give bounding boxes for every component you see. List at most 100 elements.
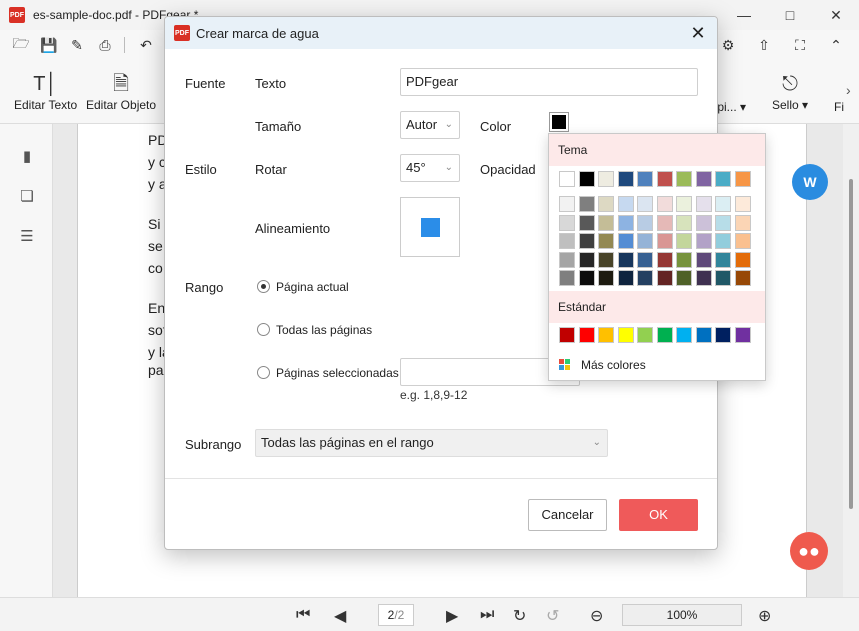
edit-text-tool[interactable]: T│ Editar Texto [14, 70, 77, 112]
alignment-grid[interactable] [400, 197, 460, 257]
theme-shade-swatch[interactable] [578, 251, 595, 268]
theme-shade-swatch[interactable] [598, 214, 614, 231]
standard-color-swatch[interactable] [734, 327, 751, 343]
fill-sign-tool[interactable]: Fi [834, 100, 844, 114]
theme-shade-swatch[interactable] [715, 233, 731, 249]
theme-shade-swatch[interactable] [617, 251, 634, 268]
theme-shade-swatch[interactable] [637, 251, 653, 268]
theme-shade-swatch[interactable] [656, 214, 673, 231]
theme-shade-swatch[interactable] [695, 251, 712, 268]
rotate-page-icon[interactable]: ↺ [546, 606, 559, 626]
standard-color-swatch[interactable] [656, 327, 673, 343]
maximize-icon[interactable]: □ [767, 0, 813, 30]
theme-shade-swatch[interactable] [734, 270, 751, 286]
more-colors-link[interactable]: Más colores [581, 358, 646, 372]
standard-color-swatch[interactable] [578, 327, 595, 343]
theme-shade-swatch[interactable] [734, 233, 751, 249]
theme-shade-swatch[interactable] [695, 196, 712, 212]
theme-shade-swatch[interactable] [695, 214, 712, 231]
theme-shade-swatch[interactable] [578, 270, 595, 286]
save-icon[interactable]: 💾 [36, 32, 62, 58]
theme-shade-swatch[interactable] [656, 233, 673, 249]
edit-object-tool[interactable]: 🗎 Editar Objeto [86, 70, 156, 112]
watermark-text-input[interactable]: PDFgear [400, 68, 698, 96]
dialog-close-icon[interactable]: ✕ [687, 22, 709, 44]
theme-shade-swatch[interactable] [578, 196, 595, 212]
theme-shade-swatch[interactable] [676, 233, 692, 249]
theme-color-swatch[interactable] [734, 171, 751, 187]
undo-icon[interactable]: ↶ [133, 32, 159, 58]
theme-shade-swatch[interactable] [559, 270, 575, 286]
collapse-ribbon-icon[interactable]: ⌃ [823, 32, 849, 58]
theme-shade-swatch[interactable] [559, 214, 575, 231]
theme-shade-swatch[interactable] [617, 270, 634, 286]
range-all-pages-radio[interactable] [257, 323, 270, 336]
standard-color-swatch[interactable] [715, 327, 731, 343]
theme-shade-swatch[interactable] [637, 196, 653, 212]
vertical-scrollbar[interactable] [843, 124, 859, 597]
theme-shade-swatch[interactable] [598, 233, 614, 249]
theme-shade-swatch[interactable] [617, 214, 634, 231]
ribbon-scroll-right-icon[interactable]: › [846, 82, 851, 98]
standard-color-swatch[interactable] [559, 327, 575, 343]
theme-shade-swatch[interactable] [637, 233, 653, 249]
settings-gear-icon[interactable]: ⚙ [715, 32, 741, 58]
subrange-select[interactable]: Todas las páginas en el rango ⌄ [255, 429, 608, 457]
theme-shade-swatch[interactable] [559, 233, 575, 249]
print-icon[interactable]: ⎙ [92, 32, 118, 58]
theme-shade-swatch[interactable] [695, 270, 712, 286]
bookmark-icon[interactable]: ▮ [18, 148, 36, 166]
zoom-in-icon[interactable]: ⊕ [758, 606, 771, 626]
theme-shade-swatch[interactable] [715, 251, 731, 268]
theme-shade-swatch[interactable] [656, 196, 673, 212]
theme-shade-swatch[interactable] [734, 196, 751, 212]
rotate-select[interactable]: 45° ⌄ [400, 154, 460, 182]
theme-shade-swatch[interactable] [656, 270, 673, 286]
theme-shade-swatch[interactable] [676, 196, 692, 212]
theme-shade-swatch[interactable] [578, 214, 595, 231]
rotate-view-icon[interactable]: ↻ [513, 606, 526, 626]
theme-color-swatch[interactable] [637, 171, 653, 187]
theme-color-swatch[interactable] [598, 171, 614, 187]
theme-shade-swatch[interactable] [656, 251, 673, 268]
standard-color-swatch[interactable] [695, 327, 712, 343]
standard-color-swatch[interactable] [598, 327, 614, 343]
standard-color-swatch[interactable] [617, 327, 634, 343]
size-select[interactable]: Autor ⌄ [400, 111, 460, 139]
theme-shade-swatch[interactable] [734, 214, 751, 231]
theme-color-swatch[interactable] [676, 171, 692, 187]
range-current-page-radio[interactable] [257, 280, 270, 293]
theme-shade-swatch[interactable] [637, 270, 653, 286]
cancel-button[interactable]: Cancelar [528, 499, 607, 531]
theme-shade-swatch[interactable] [578, 233, 595, 249]
theme-shade-swatch[interactable] [598, 251, 614, 268]
theme-shade-swatch[interactable] [676, 214, 692, 231]
page-number-input[interactable]: 2/2 [378, 604, 414, 626]
theme-shade-swatch[interactable] [715, 196, 731, 212]
zoom-out-icon[interactable]: ⊖ [590, 606, 603, 626]
theme-shade-swatch[interactable] [734, 251, 751, 268]
share-icon[interactable]: ⇧ [751, 32, 777, 58]
comments-icon[interactable]: ☰ [18, 228, 36, 246]
theme-shade-swatch[interactable] [598, 196, 614, 212]
theme-shade-swatch[interactable] [617, 196, 634, 212]
theme-color-swatch[interactable] [695, 171, 712, 187]
theme-shade-swatch[interactable] [559, 251, 575, 268]
theme-shade-swatch[interactable] [676, 251, 692, 268]
next-page-icon[interactable]: ▶ [446, 606, 458, 626]
theme-color-swatch[interactable] [715, 171, 731, 187]
stamp-tool[interactable]: ⎋ Sello ▾ [772, 70, 808, 112]
theme-shade-swatch[interactable] [617, 233, 634, 249]
range-selected-pages-radio[interactable] [257, 366, 270, 379]
theme-color-swatch[interactable] [559, 171, 575, 187]
close-window-icon[interactable]: ✕ [813, 0, 859, 30]
fullscreen-icon[interactable]: ⛶ [787, 32, 813, 58]
color-picker-button[interactable] [549, 112, 569, 132]
last-page-icon[interactable]: ⏭ [480, 606, 494, 624]
alignment-center-cell[interactable] [421, 218, 440, 237]
theme-shade-swatch[interactable] [715, 214, 731, 231]
minimize-icon[interactable]: — [721, 0, 767, 30]
theme-shade-swatch[interactable] [676, 270, 692, 286]
theme-shade-swatch[interactable] [695, 233, 712, 249]
ok-button[interactable]: OK [619, 499, 698, 531]
